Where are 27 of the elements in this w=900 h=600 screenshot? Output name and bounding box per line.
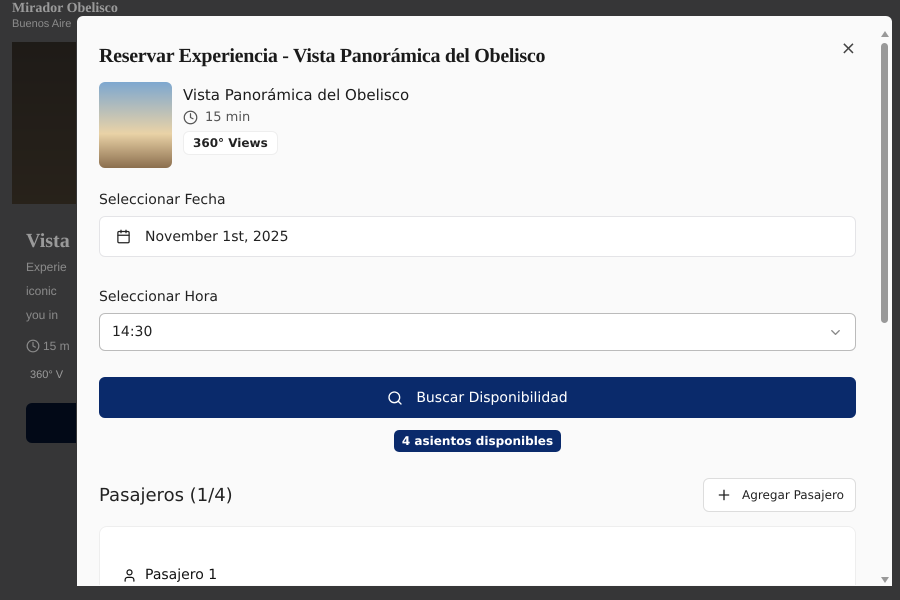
clock-icon — [183, 110, 198, 125]
duration-text: 15 min — [205, 110, 250, 125]
availability-badge: 4 asientos disponibles — [394, 430, 562, 452]
tag-label: 360° Views — [183, 131, 278, 155]
field-label: Seleccionar Hora — [99, 289, 219, 305]
search-button[interactable]: Buscar Disponibilidad — [99, 377, 856, 418]
section-title: Pasajeros (1/4) — [99, 484, 233, 506]
search-icon — [387, 390, 404, 406]
passenger-label: Pasajero 1 — [145, 567, 218, 583]
time-select[interactable]: 14:30 — [99, 313, 856, 351]
calendar-icon — [116, 229, 131, 244]
experience-name: Vista Panorámica del Obelisco — [183, 86, 410, 104]
description-line: iconic — [26, 283, 58, 300]
clock-icon — [26, 339, 40, 353]
description-line: you in — [26, 307, 60, 324]
tag-label: 360° V — [29, 369, 64, 381]
card-title: Vista — [26, 230, 71, 253]
page-title: Mirador Obelisco — [12, 0, 118, 17]
field-label: Seleccionar Fecha — [99, 192, 227, 208]
close-button[interactable]: × — [840, 40, 856, 58]
user-icon — [122, 568, 137, 582]
dialog-title: Reservar Experiencia - Vista Panorámica del Obelisco — [99, 45, 546, 68]
duration-text: 15 m — [43, 339, 70, 353]
add-passenger-button[interactable]: Agregar Pasajero — [703, 478, 856, 512]
description-line: Experie — [26, 259, 68, 276]
location-text: Buenos Aire — [12, 18, 72, 30]
date-field[interactable]: November 1st, 2025 — [99, 216, 856, 257]
